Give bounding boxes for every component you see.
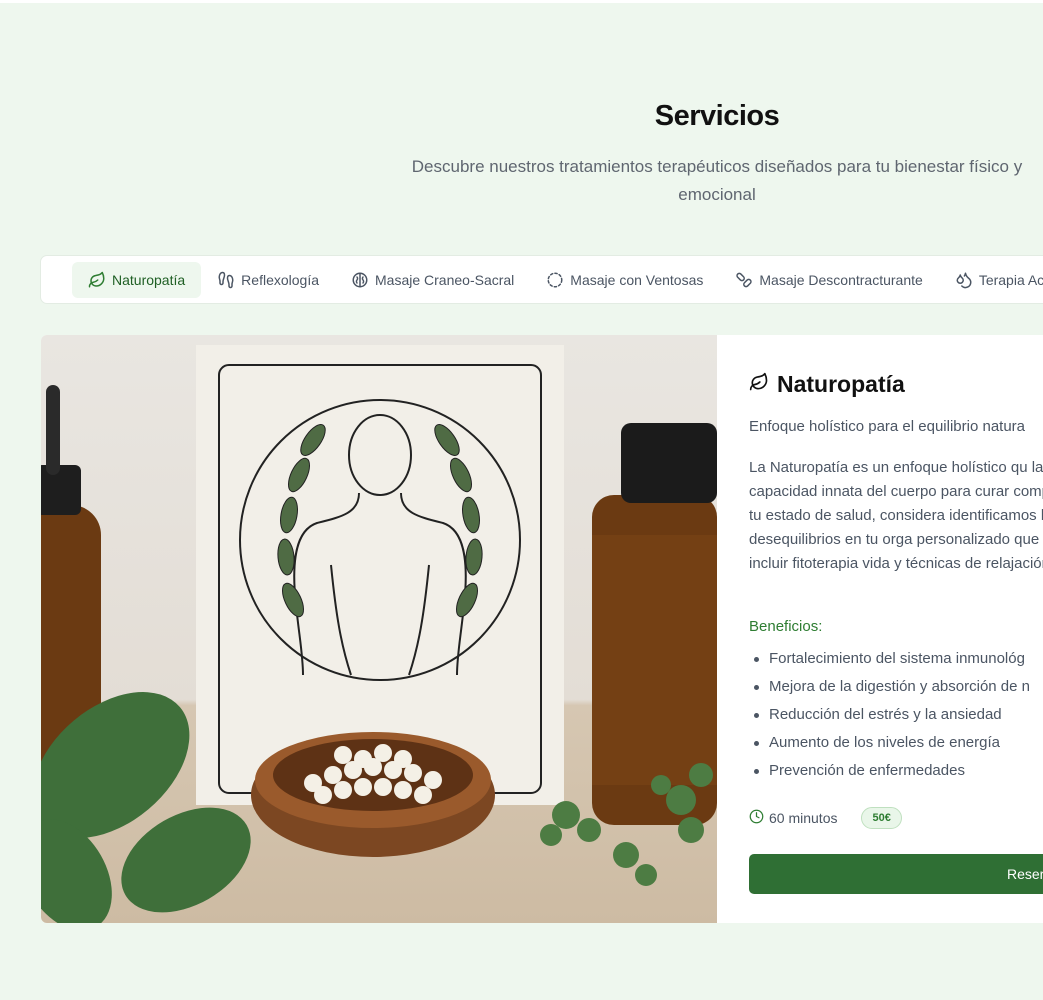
tab-label: Masaje Craneo-Sacral [375, 271, 515, 288]
service-details: Naturopatía Enfoque holístico para el eq… [749, 335, 1043, 923]
footprints-icon [217, 271, 235, 289]
book-button[interactable]: Reser [749, 854, 1043, 894]
tab-label: Masaje Descontracturante [759, 271, 923, 288]
service-card: Naturopatía Enfoque holístico para el eq… [41, 335, 1043, 923]
tab-naturopatia[interactable]: Naturopatía [72, 261, 202, 298]
service-tagline: Enfoque holístico para el equilibrio nat… [749, 418, 1026, 435]
benefit-item: Prevención de enfermedades [749, 759, 1030, 787]
tab-label: Reflexología [241, 271, 319, 288]
leaf-icon [749, 371, 769, 398]
tab-masaje-descontracturante[interactable]: Masaje Descontracturante [719, 262, 938, 298]
service-image [41, 335, 717, 923]
service-title-text: Naturopatía [777, 371, 905, 397]
tab-label: Terapia Ac [978, 271, 1043, 288]
tab-terapia[interactable]: Terapia Ac [939, 262, 1043, 298]
benefits-heading: Beneficios: [749, 618, 823, 635]
leaf-icon [88, 271, 106, 289]
brain-icon [351, 271, 369, 289]
tab-label: Naturopatía [112, 271, 186, 288]
benefits-list: Fortalecimiento del sistema inmunológ Me… [749, 647, 1030, 787]
service-tabs: Naturopatía Reflexología Masaje Craneo-S… [41, 256, 1043, 303]
duration-text: 60 minutos [769, 810, 838, 826]
droplets-icon [955, 271, 973, 289]
bandages-icon [735, 271, 753, 289]
tab-label: Masaje con Ventosas [570, 271, 704, 288]
tab-masaje-craneo-sacral[interactable]: Masaje Craneo-Sacral [335, 262, 530, 298]
dashed-circle-icon [546, 271, 564, 289]
benefit-item: Mejora de la digestión y absorción de n [749, 675, 1030, 703]
tab-reflexologia[interactable]: Reflexología [201, 262, 335, 298]
service-meta: 60 minutos 50€ [749, 807, 902, 829]
service-description: La Naturopatía es un enfoque holístico q… [749, 459, 1043, 572]
benefit-item: Fortalecimiento del sistema inmunológ [749, 647, 1030, 675]
price-badge: 50€ [861, 807, 902, 829]
service-title: Naturopatía [749, 371, 905, 398]
tab-masaje-ventosas[interactable]: Masaje con Ventosas [530, 262, 719, 298]
page-title: Servicios [654, 100, 780, 132]
benefit-item: Aumento de los niveles de energía [749, 731, 1030, 759]
benefit-item: Reducción del estrés y la ansiedad [749, 703, 1030, 731]
clock-icon [749, 809, 764, 827]
page-subtitle: Descubre nuestros tratamientos terapéuti… [411, 157, 1023, 204]
services-section: Servicios Descubre nuestros tratamientos… [0, 3, 1043, 1000]
duration: 60 minutos [749, 809, 837, 827]
